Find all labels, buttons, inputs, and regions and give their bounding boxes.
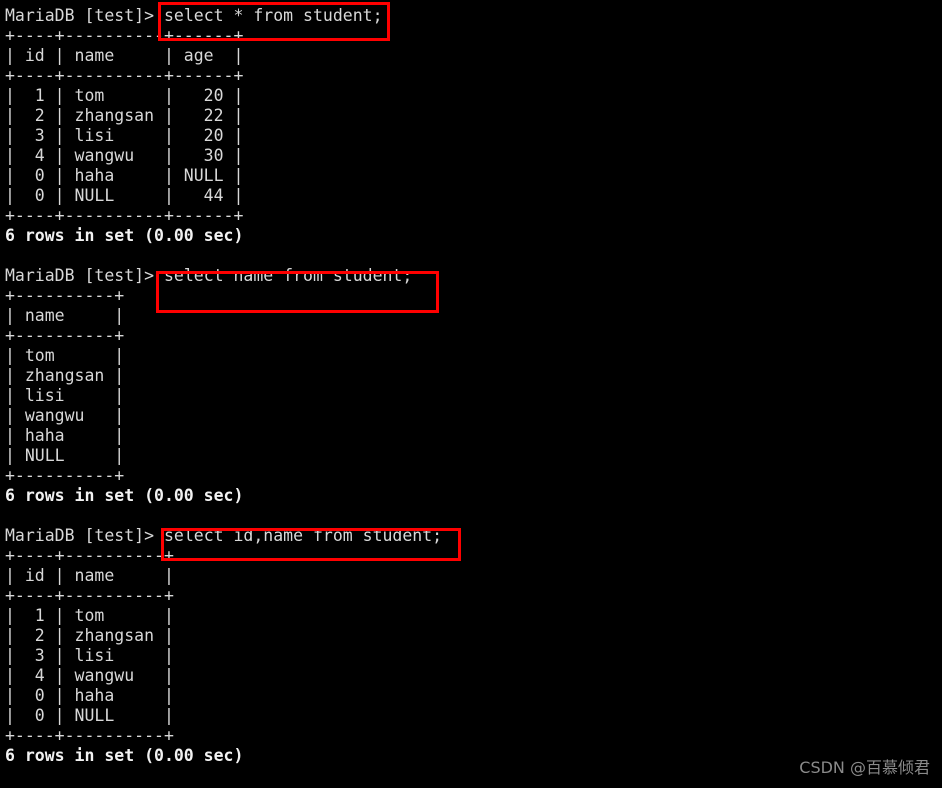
table-row: | 0 | NULL | [5, 706, 174, 725]
prompt-line-select-name[interactable]: MariaDB [test]> select name from student… [5, 266, 942, 286]
table-row: | 1 | tom | 20 | [5, 86, 244, 105]
command-text-select-star[interactable]: select * from student; [164, 6, 383, 25]
prompt-line-select-id-name[interactable]: MariaDB [test]> select id,name from stud… [5, 526, 942, 546]
table-row: | zhangsan | [5, 366, 125, 385]
table-border-mid: +----+----------+ [5, 586, 174, 605]
table-border-bottom: +----+----------+------+ [5, 206, 244, 225]
table-border-bottom: +----+----------+ [5, 726, 174, 745]
shell-prompt: MariaDB [test]> [5, 266, 164, 285]
table-row: | 0 | haha | NULL | [5, 166, 244, 185]
table-row: | 3 | lisi | 20 | [5, 126, 244, 145]
table-row: | 2 | zhangsan | 22 | [5, 106, 244, 125]
table-header-row: | name | [5, 306, 125, 325]
table-row: | haha | [5, 426, 125, 445]
table-row: | 0 | NULL | 44 | [5, 186, 244, 205]
table-row: | lisi | [5, 386, 125, 405]
csdn-watermark: CSDN @百慕倾君 [799, 758, 930, 777]
shell-prompt: MariaDB [test]> [5, 526, 164, 545]
table-border-mid: +----------+ [5, 326, 125, 345]
table-border-top: +----+----------+ [5, 546, 174, 565]
table-row: | NULL | [5, 446, 125, 465]
table-border-top: +----+----------+------+ [5, 26, 244, 45]
table-border-top: +----------+ [5, 286, 125, 305]
table-header-row: | id | name | age | [5, 46, 244, 65]
command-text-select-id-name[interactable]: select id,name from student; [164, 526, 442, 545]
table-row: | 0 | haha | [5, 686, 174, 705]
table-border-bottom: +----------+ [5, 466, 125, 485]
table-row: | 2 | zhangsan | [5, 626, 174, 645]
table-row: | 4 | wangwu | [5, 666, 174, 685]
command-text-select-name[interactable]: select name from student; [164, 266, 412, 285]
shell-prompt: MariaDB [test]> [5, 6, 164, 25]
table-row: | 4 | wangwu | 30 | [5, 146, 244, 165]
status-line: 6 rows in set (0.00 sec) [5, 486, 244, 505]
table-row: | 3 | lisi | [5, 646, 174, 665]
prompt-line-select-star[interactable]: MariaDB [test]> select * from student; [5, 6, 942, 26]
table-row: | 1 | tom | [5, 606, 174, 625]
table-row: | tom | [5, 346, 125, 365]
table-header-row: | id | name | [5, 566, 174, 585]
status-line: 6 rows in set (0.00 sec) [5, 226, 244, 245]
table-row: | wangwu | [5, 406, 125, 425]
table-border-mid: +----+----------+------+ [5, 66, 244, 85]
terminal-window: MariaDB [test]> select * from student; +… [0, 0, 942, 788]
